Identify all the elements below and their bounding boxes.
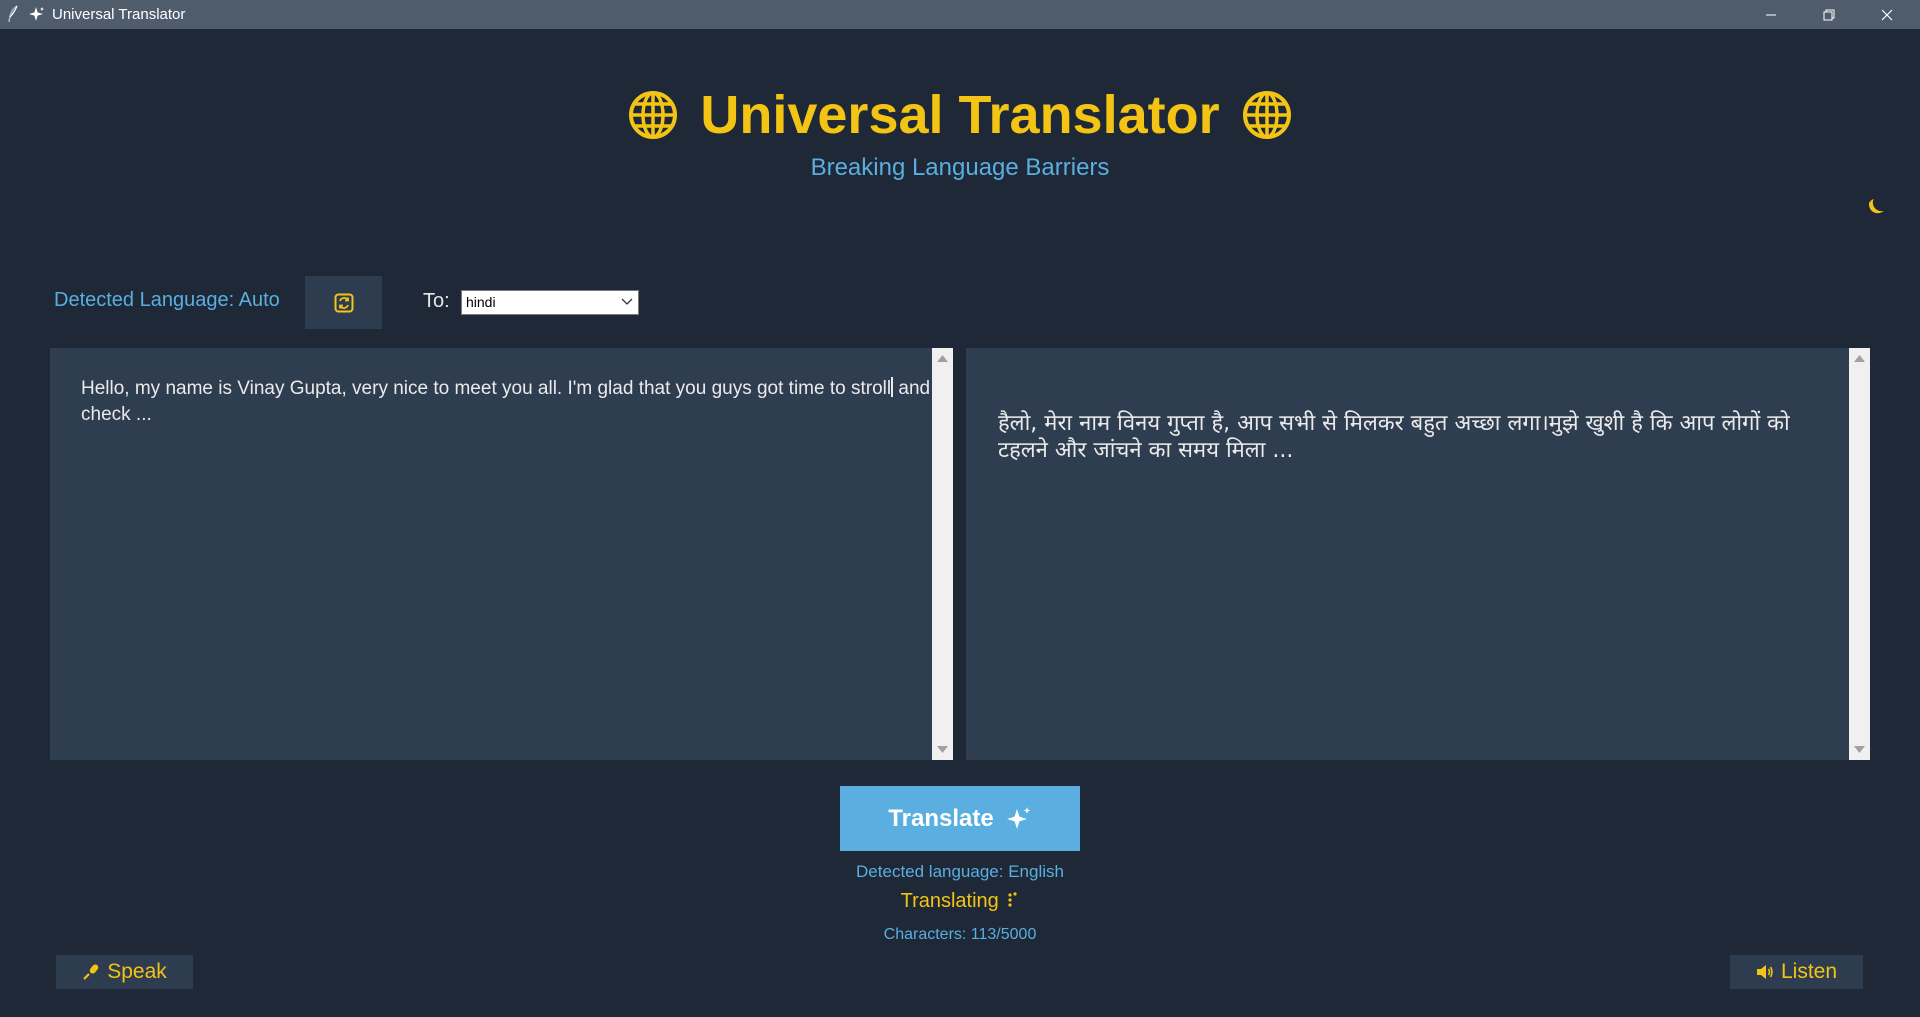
sparkle-icon xyxy=(1006,806,1031,829)
speak-button-label: Speak xyxy=(107,960,167,983)
swap-icon xyxy=(334,293,353,312)
swap-languages-button[interactable] xyxy=(305,276,382,329)
detected-language-result: Detected language: English xyxy=(856,862,1064,881)
detected-language-label: Detected Language: Auto xyxy=(54,289,280,311)
window-titlebar: Universal Translator xyxy=(0,0,1920,29)
close-icon xyxy=(1881,9,1893,20)
translated-text: हैलो, मेरा नाम विनय गुप्ता है, आप सभी से… xyxy=(998,411,1790,463)
scroll-up-arrow-icon[interactable] xyxy=(1854,354,1865,362)
target-language-value: hindi xyxy=(466,294,496,310)
character-count: Characters: 113/5000 xyxy=(883,926,1037,943)
target-language-label: To: xyxy=(423,290,450,312)
minimize-icon xyxy=(1766,14,1776,15)
moon-icon[interactable] xyxy=(1865,196,1887,218)
speaker-icon xyxy=(1756,965,1773,979)
app-subtitle: Breaking Language Barriers xyxy=(810,154,1110,181)
source-text-area[interactable]: Hello, my name is Vinay Gupta, very nice… xyxy=(50,348,953,760)
microphone-icon xyxy=(83,964,99,980)
translated-text-area[interactable]: हैलो, मेरा नाम विनय गुप्ता है, आप सभी से… xyxy=(966,348,1870,760)
restore-icon xyxy=(1823,9,1835,20)
listen-button-label: Listen xyxy=(1780,960,1838,983)
translate-button-label: Translate xyxy=(888,804,994,832)
app-title: Universal Translator xyxy=(700,85,1220,145)
restore-button[interactable] xyxy=(1800,0,1858,29)
globe-icon xyxy=(1242,91,1291,139)
translation-status: Translating xyxy=(0,890,1920,913)
source-scrollbar[interactable] xyxy=(932,348,953,760)
output-scrollbar[interactable] xyxy=(1849,348,1870,760)
sparkle-icon xyxy=(29,7,44,21)
app-header: Universal Translator xyxy=(0,80,1920,150)
scroll-down-arrow-icon[interactable] xyxy=(937,746,948,754)
translation-status-text: Translating xyxy=(900,890,999,912)
globe-icon xyxy=(629,91,678,139)
feather-icon xyxy=(8,5,18,23)
scroll-up-arrow-icon[interactable] xyxy=(937,354,948,362)
target-language-select[interactable]: hindi xyxy=(461,290,639,315)
chevron-down-icon xyxy=(621,298,633,305)
translate-button[interactable]: Translate xyxy=(840,786,1080,851)
loading-spinner-icon xyxy=(1008,892,1017,907)
listen-button[interactable]: Listen xyxy=(1730,955,1863,989)
minimize-button[interactable] xyxy=(1742,0,1800,29)
window-title: Universal Translator xyxy=(52,6,186,23)
source-text[interactable]: Hello, my name is Vinay Gupta, very nice… xyxy=(81,376,941,428)
scroll-down-arrow-icon[interactable] xyxy=(1854,746,1865,754)
close-button[interactable] xyxy=(1858,0,1916,29)
speak-button[interactable]: Speak xyxy=(56,955,193,989)
